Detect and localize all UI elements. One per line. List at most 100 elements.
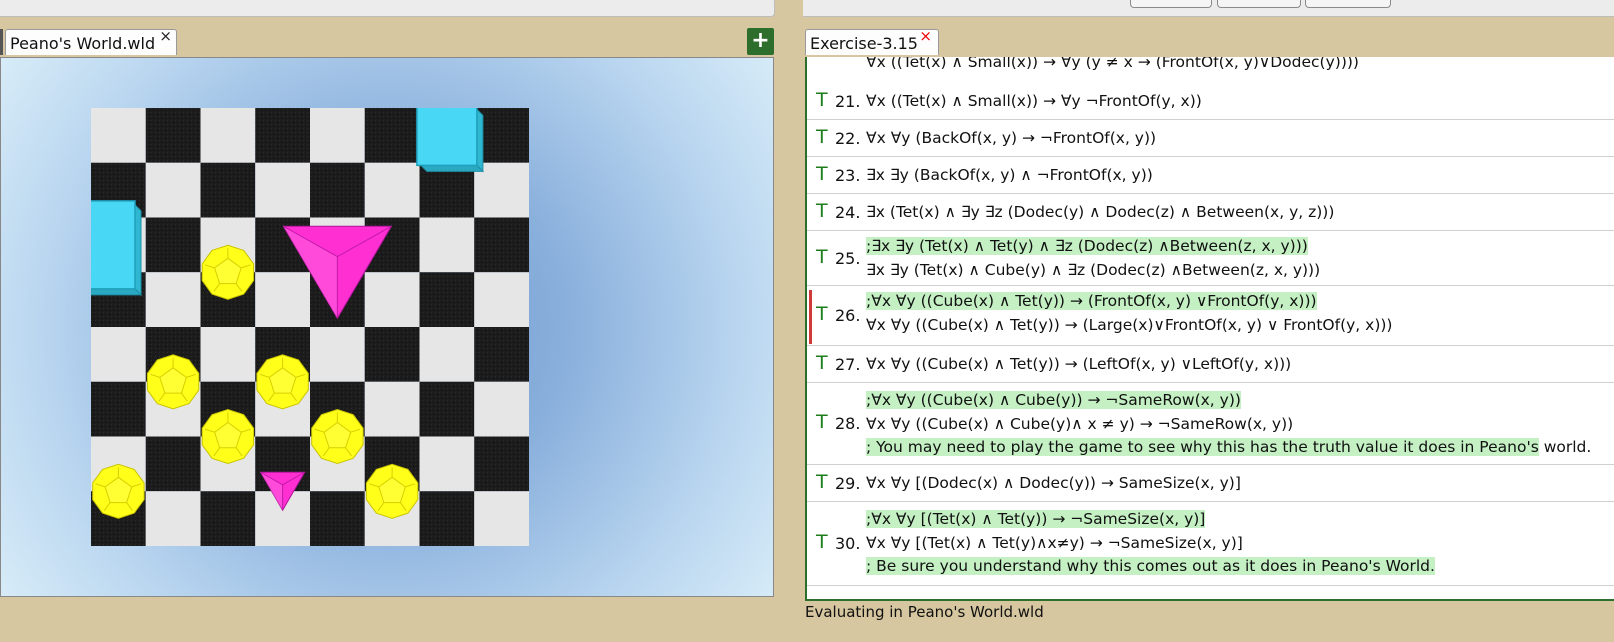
dodecahedron-icon[interactable] xyxy=(201,408,255,465)
board-square[interactable] xyxy=(474,217,529,273)
world-view[interactable] xyxy=(0,57,774,597)
sentence-row[interactable]: T 28. ;∀x ∀y ((Cube(x) ∧ Cube(y)) → ¬SameR… xyxy=(807,383,1614,465)
sentence-number: 27. xyxy=(835,354,861,374)
sentence-row[interactable]: T 30. ;∀x ∀y [(Tet(x) ∧ Tet(y)) → ¬SameSiz… xyxy=(807,502,1614,586)
board-square[interactable] xyxy=(474,491,529,546)
board-square[interactable] xyxy=(91,108,146,163)
board-square[interactable] xyxy=(474,327,529,382)
sentence-comment[interactable]: ; Be sure you understand why this comes … xyxy=(866,557,1435,575)
board-square[interactable] xyxy=(145,162,201,218)
sentence-row[interactable]: T 22. ∀x ∀y (BackOf(x, y) → ¬FrontOf(x, y)… xyxy=(807,120,1614,157)
sentence-comment[interactable]: ;∀x ∀y ((Cube(x) ∧ Tet(y)) → (FrontOf(x,… xyxy=(866,292,1317,310)
sentence-comment[interactable]: ;∀x ∀y [(Tet(x) ∧ Tet(y)) → ¬SameSize(x,… xyxy=(866,510,1206,528)
board-square[interactable] xyxy=(255,108,310,163)
sentence-row[interactable]: T 29. ∀x ∀y [(Dodec(x) ∧ Dodec(y)) → SameS… xyxy=(807,465,1614,502)
board-square[interactable] xyxy=(364,272,420,327)
cube-icon[interactable] xyxy=(416,108,485,173)
board-square[interactable] xyxy=(474,381,529,437)
chess-board[interactable] xyxy=(91,108,529,546)
board-square[interactable] xyxy=(364,327,420,382)
sentence-number: 23. xyxy=(835,165,861,185)
truth-value: T xyxy=(816,470,828,493)
sentence-list[interactable]: ∀x ((Tet(x) ∧ Small(x)) → ∀y (y ≠ x → (F… xyxy=(805,57,1614,601)
board-square[interactable] xyxy=(364,108,420,163)
truth-value: T xyxy=(816,199,828,222)
status-text: Evaluating in Peano's World.wld xyxy=(805,603,1044,621)
sentence-row[interactable]: T 23. ∃x ∃y (BackOf(x, y) ∧ ¬FrontOf(x, y)… xyxy=(807,157,1614,194)
sentence-formula[interactable]: ∃x ∃y (Tet(x) ∧ Cube(y) ∧ ∃z (Dodec(z) ∧… xyxy=(866,261,1320,279)
dodecahedron-icon[interactable] xyxy=(256,354,309,410)
sentence-row[interactable]: ∀x ((Tet(x) ∧ Small(x)) → ∀y (y ≠ x → (F… xyxy=(807,57,1614,73)
sentence-comment[interactable]: ;∃x ∃y (Tet(x) ∧ Tet(y) ∧ ∃z (Dodec(z) ∧… xyxy=(866,237,1308,255)
tab-peanos-world[interactable]: Peano's World.wld × xyxy=(5,27,177,55)
top-toolbar-right xyxy=(803,0,1614,17)
board-square[interactable] xyxy=(145,272,201,327)
board-square[interactable] xyxy=(419,381,475,437)
sentence-row[interactable]: T 21. ∀x ((Tet(x) ∧ Small(x)) → ∀y ¬FrontO… xyxy=(807,83,1614,120)
board-square[interactable] xyxy=(419,436,475,492)
dodecahedron-icon[interactable] xyxy=(365,463,419,519)
board-square[interactable] xyxy=(200,108,256,163)
add-button[interactable]: + xyxy=(747,28,774,55)
board-square[interactable] xyxy=(200,162,256,218)
sentence-number: 29. xyxy=(835,473,861,493)
sentence-formula[interactable]: ∀x ∀y (BackOf(x, y) → ¬FrontOf(x, y)) xyxy=(866,129,1156,147)
sentence-formula[interactable]: ∀x ∀y [(Dodec(x) ∧ Dodec(y)) → SameSize(… xyxy=(866,474,1241,492)
board-square[interactable] xyxy=(91,381,146,437)
board-square[interactable] xyxy=(419,491,475,546)
sentence-formula[interactable]: ∀x ∀y [(Tet(x) ∧ Tet(y)∧x≠y) → ¬SameSize… xyxy=(866,534,1243,552)
board-square[interactable] xyxy=(310,162,365,218)
board-square[interactable] xyxy=(200,491,256,546)
sentence-number: 28. xyxy=(835,414,861,433)
board-square[interactable] xyxy=(145,436,201,492)
toolbar-button[interactable] xyxy=(1217,0,1301,8)
sentence-comment[interactable]: ;∀x ∀y ((Cube(x) ∧ Cube(y)) → ¬SameRow(x… xyxy=(866,391,1241,409)
board-square[interactable] xyxy=(474,272,529,327)
board-square[interactable] xyxy=(145,491,201,546)
truth-value: T xyxy=(816,125,828,148)
sentence-formula[interactable]: ∀x ((Tet(x) ∧ Small(x)) → ∀y ¬FrontOf(y,… xyxy=(866,92,1202,110)
dodecahedron-icon[interactable] xyxy=(92,463,145,519)
dodecahedron-icon[interactable] xyxy=(146,354,200,410)
board-square[interactable] xyxy=(145,108,201,163)
dodecahedron-icon[interactable] xyxy=(201,244,255,300)
truth-value: T xyxy=(816,351,828,374)
sentence-formula[interactable]: ∀x ∀y ((Cube(x) ∧ Tet(y)) → (Large(x)∨Fr… xyxy=(866,316,1392,334)
tab-exercise[interactable]: Exercise-3.15 × xyxy=(805,27,939,55)
cube-icon[interactable] xyxy=(91,200,143,297)
board-square[interactable] xyxy=(255,272,310,327)
truth-value: T xyxy=(816,88,828,111)
sentence-formula[interactable]: ∃x ∃y (BackOf(x, y) ∧ ¬FrontOf(x, y)) xyxy=(866,166,1153,184)
board-square[interactable] xyxy=(200,327,256,382)
sentence-row[interactable]: T 25. ;∃x ∃y (Tet(x) ∧ Tet(y) ∧ ∃z (Dodec(… xyxy=(807,231,1614,286)
board-square[interactable] xyxy=(310,491,365,546)
sentence-row[interactable]: T 27. ∀x ∀y ((Cube(x) ∧ Tet(y)) → (LeftOf(… xyxy=(807,346,1614,383)
board-square[interactable] xyxy=(310,108,365,163)
board-square[interactable] xyxy=(310,327,365,382)
board-square[interactable] xyxy=(364,162,420,218)
toolbar-button[interactable] xyxy=(1130,0,1212,8)
sentence-formula[interactable]: ∀x ∀y ((Cube(x) ∧ Tet(y)) → (LeftOf(x, y… xyxy=(866,355,1291,373)
sentence-formula[interactable]: ∀x ∀y ((Cube(x) ∧ Cube(y)∧ x ≠ y) → ¬Sam… xyxy=(866,415,1293,433)
dodecahedron-icon[interactable] xyxy=(311,408,364,465)
sentence-row[interactable]: T 26. ;∀x ∀y ((Cube(x) ∧ Tet(y)) → (FrontO… xyxy=(807,286,1614,346)
board-square[interactable] xyxy=(419,217,475,273)
sentence-formula[interactable]: ∃x (Tet(x) ∧ ∃y ∃z (Dodec(y) ∧ Dodec(z) … xyxy=(866,203,1334,221)
board-square[interactable] xyxy=(255,162,310,218)
sentence-number: 25. xyxy=(835,248,861,268)
truth-value: T xyxy=(816,245,828,268)
tab-strip-edge xyxy=(0,29,3,55)
sentence-row[interactable]: T 24. ∃x (Tet(x) ∧ ∃y ∃z (Dodec(y) ∧ Dodec… xyxy=(807,194,1614,231)
board-square[interactable] xyxy=(364,381,420,437)
sentence-formula[interactable]: ∀x ((Tet(x) ∧ Small(x)) → ∀y (y ≠ x → (F… xyxy=(866,57,1359,71)
board-canvas[interactable] xyxy=(91,108,529,546)
board-square[interactable] xyxy=(145,217,201,273)
board-square[interactable] xyxy=(474,436,529,492)
board-square[interactable] xyxy=(419,327,475,382)
board-square[interactable] xyxy=(419,272,475,327)
close-icon[interactable]: × xyxy=(159,22,172,50)
sentence-comment[interactable]: ; You may need to play the game to see w… xyxy=(866,438,1591,456)
board-square[interactable] xyxy=(91,327,146,382)
close-icon[interactable]: × xyxy=(919,22,932,50)
toolbar-button[interactable] xyxy=(1305,0,1391,8)
